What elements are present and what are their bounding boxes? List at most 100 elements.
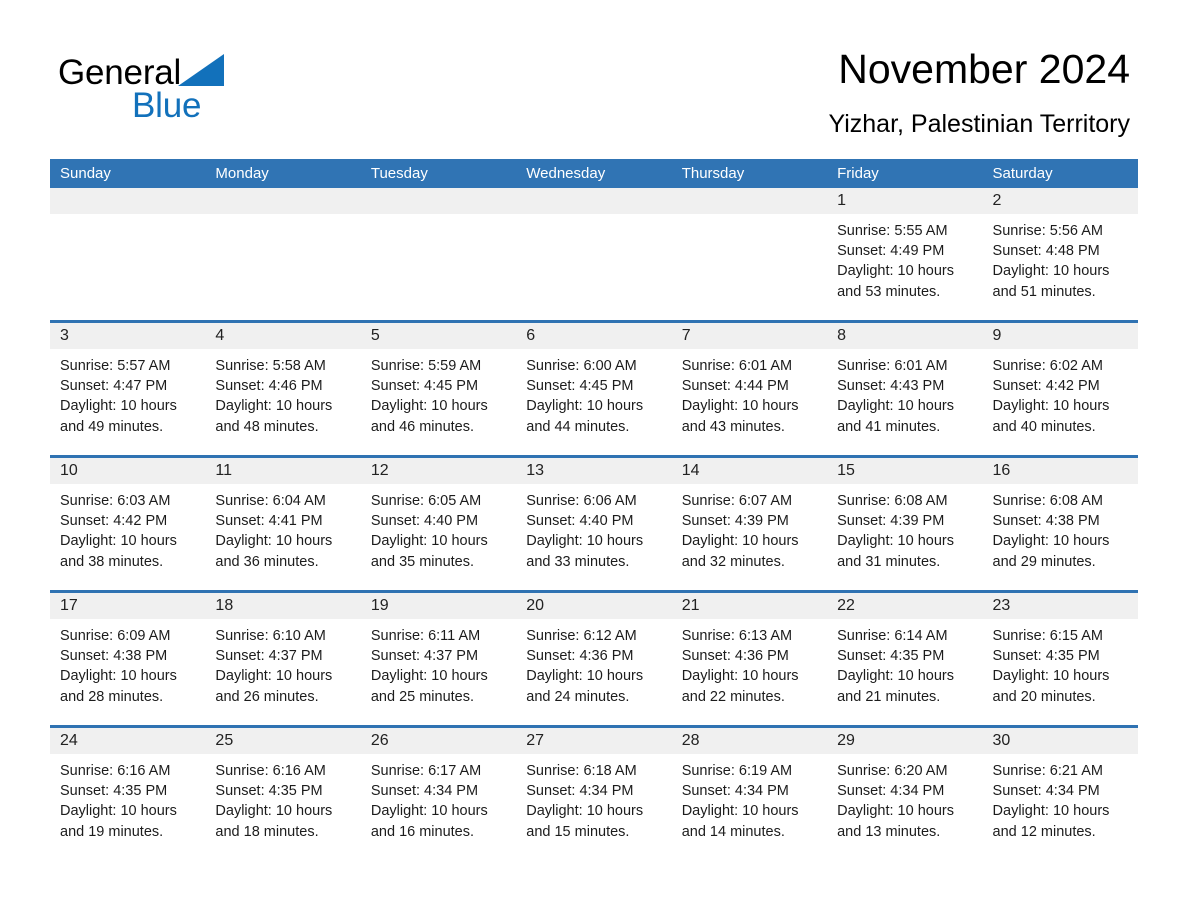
day-cell[interactable]: 23 Sunrise: 6:15 AM Sunset: 4:35 PM Dayl…: [982, 593, 1138, 725]
day-details: Sunrise: 6:08 AM Sunset: 4:38 PM Dayligh…: [983, 484, 1138, 572]
day-cell[interactable]: 5 Sunrise: 5:59 AM Sunset: 4:45 PM Dayli…: [360, 323, 517, 455]
sunrise-text: Sunrise: 6:15 AM: [992, 628, 1103, 644]
day-number-band: 2: [982, 188, 1138, 214]
day-cell[interactable]: 12 Sunrise: 6:05 AM Sunset: 4:40 PM Dayl…: [360, 458, 517, 590]
day-number-band: 28: [671, 728, 828, 754]
sunrise-text: Sunrise: 6:18 AM: [526, 763, 637, 779]
day-cell[interactable]: 14 Sunrise: 6:07 AM Sunset: 4:39 PM Dayl…: [671, 458, 828, 590]
daylight-text-line2: and 44 minutes.: [526, 418, 630, 435]
logo-top-row: General: [58, 52, 318, 94]
day-cell[interactable]: [360, 188, 517, 320]
day-cell[interactable]: 11 Sunrise: 6:04 AM Sunset: 4:41 PM Dayl…: [205, 458, 361, 590]
sunrise-text: Sunrise: 5:59 AM: [370, 358, 482, 374]
day-cell[interactable]: 10 Sunrise: 6:03 AM Sunset: 4:42 PM Dayl…: [50, 458, 206, 590]
day-number-band: 16: [982, 458, 1138, 484]
day-cell[interactable]: 28 Sunrise: 6:19 AM Sunset: 4:34 PM Dayl…: [671, 728, 828, 860]
general-blue-logo[interactable]: General Blue: [58, 52, 318, 132]
sunset-text: Sunset: 4:38 PM: [60, 648, 168, 665]
weekday-header-saturday: Saturday: [992, 165, 1053, 182]
week-row: 24 Sunrise: 6:16 AM Sunset: 4:35 PM Dayl…: [50, 725, 1138, 860]
day-details: [672, 214, 827, 221]
sunrise-text: Sunrise: 6:06 AM: [526, 493, 637, 509]
day-cell[interactable]: 15 Sunrise: 6:08 AM Sunset: 4:39 PM Dayl…: [827, 458, 983, 590]
day-cell[interactable]: 9 Sunrise: 6:02 AM Sunset: 4:42 PM Dayli…: [982, 323, 1138, 455]
day-number-band: 8: [827, 323, 983, 349]
sunrise-text: Sunrise: 6:17 AM: [370, 763, 482, 779]
day-details: Sunrise: 6:03 AM Sunset: 4:42 PM Dayligh…: [50, 484, 205, 572]
sunset-text: Sunset: 4:48 PM: [992, 243, 1100, 260]
daylight-text-line1: Daylight: 10 hours: [526, 803, 644, 820]
day-number: 20: [526, 597, 545, 614]
day-cell[interactable]: 17 Sunrise: 6:09 AM Sunset: 4:38 PM Dayl…: [50, 593, 206, 725]
day-cell[interactable]: 13 Sunrise: 6:06 AM Sunset: 4:40 PM Dayl…: [516, 458, 672, 590]
day-cell[interactable]: 6 Sunrise: 6:00 AM Sunset: 4:45 PM Dayli…: [516, 323, 672, 455]
title-block: November 2024 Yizhar, Palestinian Territ…: [828, 44, 1130, 141]
day-number: 3: [60, 327, 69, 344]
day-number-band: [516, 188, 672, 214]
daylight-text-line1: Daylight: 10 hours: [60, 398, 177, 415]
day-details: Sunrise: 6:13 AM Sunset: 4:36 PM Dayligh…: [672, 619, 827, 707]
day-cell[interactable]: 4 Sunrise: 5:58 AM Sunset: 4:46 PM Dayli…: [205, 323, 361, 455]
day-cell[interactable]: [205, 188, 361, 320]
day-cell[interactable]: 18 Sunrise: 6:10 AM Sunset: 4:37 PM Dayl…: [205, 593, 361, 725]
day-details: Sunrise: 6:07 AM Sunset: 4:39 PM Dayligh…: [672, 484, 827, 572]
day-cell[interactable]: 3 Sunrise: 5:57 AM Sunset: 4:47 PM Dayli…: [50, 323, 206, 455]
sunset-text: Sunset: 4:34 PM: [992, 783, 1100, 800]
sunrise-text: Sunrise: 6:05 AM: [370, 493, 482, 509]
day-cell[interactable]: [516, 188, 672, 320]
day-cell[interactable]: 7 Sunrise: 6:01 AM Sunset: 4:44 PM Dayli…: [671, 323, 828, 455]
day-cell[interactable]: 25 Sunrise: 6:16 AM Sunset: 4:35 PM Dayl…: [205, 728, 361, 860]
triangle-icon: [178, 54, 225, 103]
day-number-band: 6: [516, 323, 672, 349]
day-number-band: 27: [516, 728, 672, 754]
daylight-text-line2: and 43 minutes.: [681, 418, 785, 435]
day-number-band: 17: [50, 593, 206, 619]
sunset-text: Sunset: 4:41 PM: [215, 513, 323, 530]
sunset-text: Sunset: 4:39 PM: [681, 513, 789, 530]
day-number: 27: [526, 732, 545, 749]
day-cell[interactable]: 8 Sunrise: 6:01 AM Sunset: 4:43 PM Dayli…: [827, 323, 983, 455]
day-number-band: 18: [205, 593, 361, 619]
day-cell[interactable]: 21 Sunrise: 6:13 AM Sunset: 4:36 PM Dayl…: [671, 593, 828, 725]
day-cell[interactable]: 1 Sunrise: 5:55 AM Sunset: 4:49 PM Dayli…: [827, 188, 983, 320]
day-number-band: 7: [671, 323, 828, 349]
day-details: Sunrise: 6:15 AM Sunset: 4:35 PM Dayligh…: [983, 619, 1138, 707]
day-cell[interactable]: 26 Sunrise: 6:17 AM Sunset: 4:34 PM Dayl…: [360, 728, 517, 860]
daylight-text-line1: Daylight: 10 hours: [992, 668, 1110, 685]
day-number-band: [671, 188, 828, 214]
day-number-band: 14: [671, 458, 828, 484]
sunrise-text: Sunrise: 6:04 AM: [215, 493, 326, 509]
week-row: 17 Sunrise: 6:09 AM Sunset: 4:38 PM Dayl…: [50, 590, 1138, 725]
day-cell[interactable]: 20 Sunrise: 6:12 AM Sunset: 4:36 PM Dayl…: [516, 593, 672, 725]
day-cell[interactable]: 19 Sunrise: 6:11 AM Sunset: 4:37 PM Dayl…: [360, 593, 517, 725]
daylight-text-line1: Daylight: 10 hours: [992, 263, 1110, 280]
day-cell[interactable]: 29 Sunrise: 6:20 AM Sunset: 4:34 PM Dayl…: [827, 728, 983, 860]
daylight-text-line2: and 48 minutes.: [215, 418, 319, 435]
day-number: 25: [215, 732, 234, 749]
day-number-band: 24: [50, 728, 206, 754]
day-details: [516, 214, 671, 221]
day-details: Sunrise: 6:12 AM Sunset: 4:36 PM Dayligh…: [516, 619, 671, 707]
sunrise-text: Sunrise: 6:13 AM: [681, 628, 793, 644]
day-cell[interactable]: 24 Sunrise: 6:16 AM Sunset: 4:35 PM Dayl…: [50, 728, 206, 860]
sunset-text: Sunset: 4:34 PM: [837, 783, 945, 800]
weekday-header-thursday: Thursday: [681, 165, 745, 182]
sunrise-text: Sunrise: 6:10 AM: [215, 628, 326, 644]
sunset-text: Sunset: 4:34 PM: [681, 783, 789, 800]
day-number: 26: [370, 732, 389, 749]
daylight-text-line2: and 53 minutes.: [837, 283, 941, 300]
daylight-text-line1: Daylight: 10 hours: [60, 803, 177, 820]
day-cell[interactable]: 30 Sunrise: 6:21 AM Sunset: 4:34 PM Dayl…: [982, 728, 1138, 860]
day-cell[interactable]: 22 Sunrise: 6:14 AM Sunset: 4:35 PM Dayl…: [827, 593, 983, 725]
day-cell[interactable]: 16 Sunrise: 6:08 AM Sunset: 4:38 PM Dayl…: [982, 458, 1138, 590]
day-cell[interactable]: [50, 188, 206, 320]
sunset-text: Sunset: 4:47 PM: [60, 378, 168, 395]
day-details: Sunrise: 6:16 AM Sunset: 4:35 PM Dayligh…: [205, 754, 360, 842]
day-number-band: [205, 188, 361, 214]
calendar-grid: Sunday Monday Tuesday Wednesday Thursday…: [50, 159, 1138, 860]
day-cell[interactable]: 27 Sunrise: 6:18 AM Sunset: 4:34 PM Dayl…: [516, 728, 672, 860]
day-number: 24: [60, 732, 78, 749]
day-cell[interactable]: [671, 188, 828, 320]
day-cell[interactable]: 2 Sunrise: 5:56 AM Sunset: 4:48 PM Dayli…: [982, 188, 1138, 320]
daylight-text-line2: and 28 minutes.: [60, 688, 164, 705]
